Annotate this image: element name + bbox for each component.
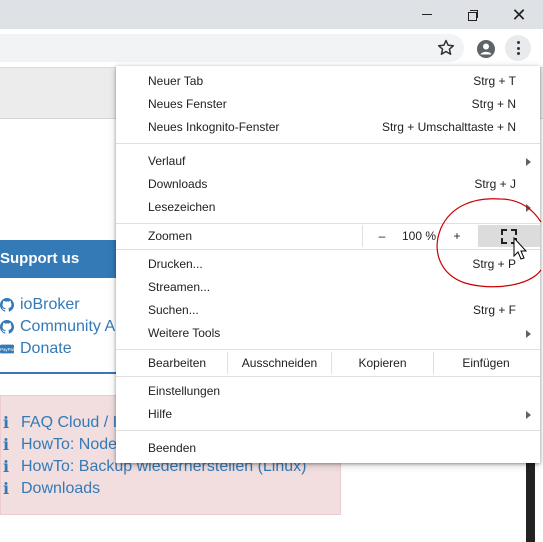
menu-item-shortcut: Strg + T — [473, 74, 516, 88]
menu-separator — [116, 249, 540, 250]
support-link-label: Donate — [20, 340, 72, 357]
address-bar[interactable] — [0, 34, 464, 62]
zoom-label: Zoomen — [148, 229, 193, 243]
zoom-in-button[interactable]: + — [442, 225, 472, 247]
submenu-arrow-icon — [526, 330, 531, 338]
menu-item-label: Downloads — [148, 177, 208, 191]
menu-item-label: Streamen... — [148, 280, 211, 294]
github-icon — [0, 298, 14, 312]
minimize-button[interactable] — [404, 0, 450, 29]
copy-button[interactable]: Kopieren — [332, 352, 433, 374]
svg-text:PayPal: PayPal — [0, 347, 14, 352]
menu-item-settings[interactable]: Einstellungen — [116, 380, 540, 402]
close-button[interactable]: ✕ — [496, 0, 542, 29]
menu-item-shortcut: Strg + N — [471, 97, 516, 111]
menu-item-label: Drucken... — [148, 257, 203, 271]
menu-item-new-incognito-window[interactable]: Neues Inkognito-Fenster Strg + Umschaltt… — [116, 116, 540, 138]
paypal-icon: PayPal — [0, 344, 14, 354]
menu-item-more-tools[interactable]: Weitere Tools — [116, 322, 540, 344]
menu-item-cast[interactable]: Streamen... — [116, 276, 540, 298]
menu-item-shortcut: Strg + J — [474, 177, 516, 191]
menu-item-label: Verlauf — [148, 154, 186, 168]
faq-link-label: HowTo: Node — [21, 436, 118, 453]
profile-icon[interactable] — [476, 39, 496, 59]
menu-item-history[interactable]: Verlauf — [116, 150, 540, 172]
support-link-label: Community A — [20, 318, 116, 335]
info-icon: i — [3, 413, 10, 432]
menu-item-find[interactable]: Suchen... Strg + F — [116, 299, 540, 321]
menu-item-exit[interactable]: Beenden — [116, 437, 540, 459]
restore-icon — [468, 9, 478, 21]
zoom-out-button[interactable]: – — [368, 225, 396, 247]
menu-separator — [116, 349, 540, 350]
menu-item-bookmarks[interactable]: Lesezeichen — [116, 196, 540, 218]
menu-item-label: Neues Fenster — [148, 97, 227, 111]
menu-separator — [116, 430, 540, 431]
fullscreen-button[interactable] — [478, 225, 540, 247]
submenu-arrow-icon — [526, 158, 531, 166]
support-title: Support us — [0, 250, 80, 267]
submenu-arrow-icon — [526, 411, 531, 419]
github-icon — [0, 320, 14, 334]
minimize-icon — [422, 14, 432, 15]
menu-item-label: Beenden — [148, 441, 197, 455]
menu-item-print[interactable]: Drucken... Strg + P — [116, 253, 540, 275]
chrome-menu-button[interactable] — [505, 35, 531, 61]
divider — [362, 225, 363, 247]
menu-item-shortcut: Strg + F — [472, 303, 516, 317]
info-icon: i — [3, 457, 10, 476]
menu-edit-row: Bearbeiten Ausschneiden Kopieren Einfüge… — [116, 352, 540, 374]
menu-item-label: Einstellungen — [148, 384, 221, 398]
close-icon: ✕ — [511, 4, 527, 25]
support-link-label: ioBroker — [20, 296, 80, 313]
menu-item-label: Lesezeichen — [148, 200, 216, 214]
menu-separator — [116, 376, 540, 377]
maximize-button[interactable] — [450, 0, 496, 29]
chrome-menu: Neuer Tab Strg + T Neues Fenster Strg + … — [116, 66, 540, 463]
zoom-value: 100 % — [401, 229, 437, 243]
menu-item-label: Neues Inkognito-Fenster — [148, 120, 280, 134]
edit-label: Bearbeiten — [148, 356, 207, 370]
faq-link-label: Downloads — [21, 480, 101, 497]
menu-item-label: Suchen... — [148, 303, 199, 317]
info-icon: i — [3, 435, 10, 454]
menu-item-shortcut: Strg + P — [472, 257, 516, 271]
menu-separator — [116, 143, 540, 144]
cut-button[interactable]: Ausschneiden — [228, 352, 331, 374]
menu-item-downloads[interactable]: Downloads Strg + J — [116, 173, 540, 195]
menu-zoom-row: Zoomen – 100 % + — [116, 225, 540, 247]
bookmark-star-icon[interactable] — [436, 38, 456, 58]
menu-item-label: Neuer Tab — [148, 74, 204, 88]
paste-button[interactable]: Einfügen — [434, 352, 538, 374]
browser-toolbar — [0, 29, 543, 68]
menu-item-new-window[interactable]: Neues Fenster Strg + N — [116, 93, 540, 115]
menu-item-new-tab[interactable]: Neuer Tab Strg + T — [116, 70, 540, 92]
submenu-arrow-icon — [526, 204, 531, 212]
fullscreen-icon — [501, 229, 517, 244]
info-icon: i — [3, 479, 10, 498]
faq-link-label: FAQ Cloud / I — [21, 414, 118, 431]
menu-item-shortcut: Strg + Umschalttaste + N — [381, 120, 516, 134]
menu-item-label: Weitere Tools — [148, 326, 221, 340]
menu-item-label: Hilfe — [148, 407, 173, 421]
title-bar: ✕ — [0, 0, 543, 29]
menu-item-help[interactable]: Hilfe — [116, 403, 540, 425]
menu-separator — [116, 223, 540, 224]
